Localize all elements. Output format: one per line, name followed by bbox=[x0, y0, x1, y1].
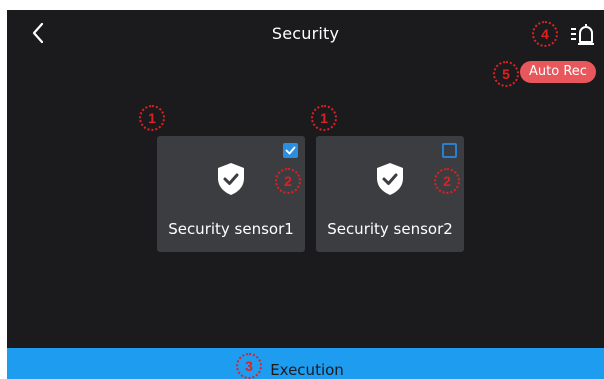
sensor-1-checkbox[interactable] bbox=[283, 143, 298, 158]
sensor-2-checkbox[interactable] bbox=[442, 143, 457, 158]
sensor-card-2[interactable]: Security sensor2 bbox=[316, 136, 464, 252]
annotation-marker-1a: 1 bbox=[139, 105, 165, 131]
annotation-marker-2b: 2 bbox=[434, 168, 460, 194]
sensor-1-label: Security sensor1 bbox=[168, 220, 294, 238]
alarm-list-icon bbox=[571, 24, 594, 45]
device-frame: Security Auto Rec Security sensor1 Secur… bbox=[0, 0, 604, 379]
auto-rec-button[interactable]: Auto Rec bbox=[520, 61, 596, 83]
sensor-card-1[interactable]: Security sensor1 bbox=[157, 136, 305, 252]
sensor-2-label: Security sensor2 bbox=[327, 220, 453, 238]
shield-check-icon bbox=[218, 163, 244, 195]
checkmark-icon bbox=[285, 146, 296, 155]
annotation-marker-4: 4 bbox=[532, 21, 558, 47]
page-title: Security bbox=[271, 24, 340, 43]
title-bar: Security bbox=[7, 10, 604, 60]
annotation-marker-2a: 2 bbox=[275, 168, 301, 194]
annotation-marker-1b: 1 bbox=[311, 105, 337, 131]
annotation-marker-5: 5 bbox=[493, 61, 519, 87]
execution-button[interactable]: Execution bbox=[7, 348, 604, 379]
annotation-marker-3: 3 bbox=[236, 353, 262, 379]
execution-label: Execution bbox=[270, 361, 344, 379]
alarm-list-button[interactable] bbox=[570, 23, 596, 47]
shield-check-icon bbox=[377, 163, 403, 195]
